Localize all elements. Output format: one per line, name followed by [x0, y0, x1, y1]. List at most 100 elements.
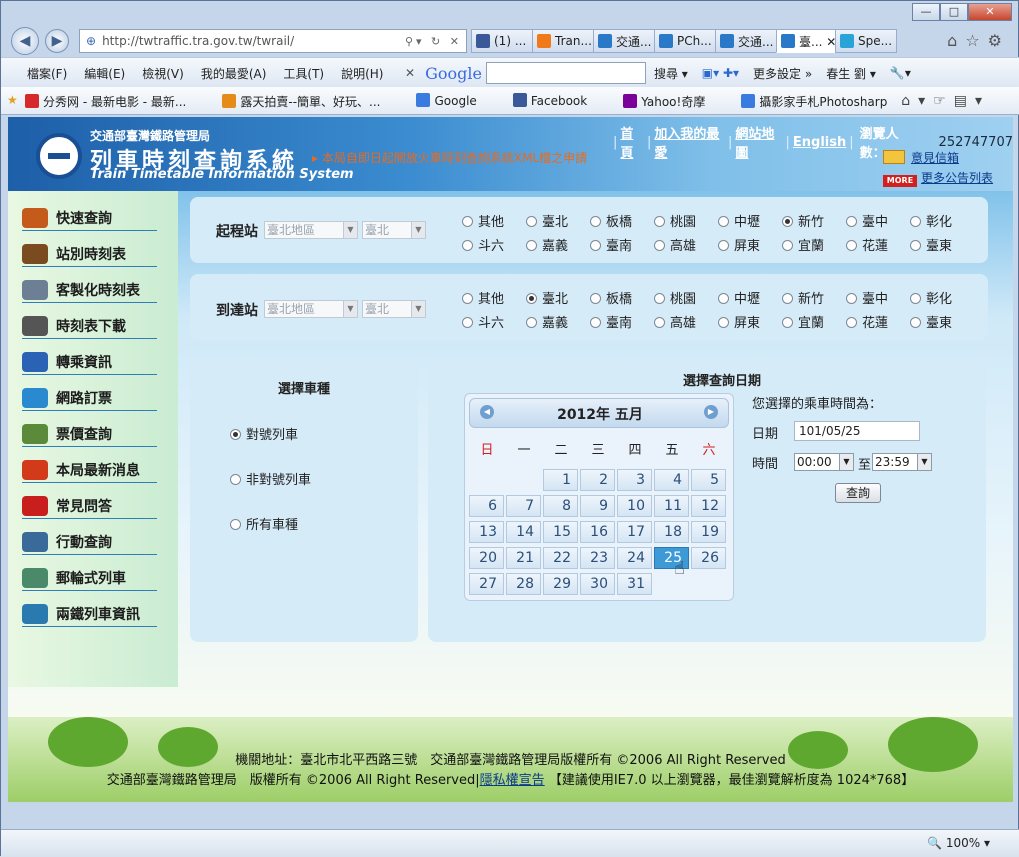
train-type-radio[interactable]: 所有車種: [230, 514, 298, 533]
menu-item[interactable]: 我的最愛(A): [201, 65, 267, 82]
calendar-day[interactable]: 27: [469, 573, 504, 595]
privacy-link[interactable]: 隱私權宣告: [480, 773, 545, 788]
favorite-link[interactable]: Facebook: [512, 93, 605, 110]
calendar-day[interactable]: 10: [617, 495, 652, 517]
sidebar-item[interactable]: 票價查詢: [22, 421, 157, 447]
mailbox-link[interactable]: 意見信箱: [911, 151, 959, 165]
calendar-day[interactable]: 26: [691, 547, 726, 569]
more-settings-button[interactable]: 更多設定 »: [753, 65, 812, 82]
more-notices-link[interactable]: 更多公告列表: [921, 171, 993, 185]
time-to-select[interactable]: 23:59 ▼: [872, 453, 932, 471]
google-search-input[interactable]: [485, 62, 646, 84]
departure-station-select[interactable]: 臺北 ▼: [362, 221, 426, 239]
browser-tab[interactable]: Tran...: [532, 29, 594, 53]
station-radio[interactable]: 斗六: [462, 235, 504, 254]
station-radio[interactable]: 臺中: [846, 288, 888, 307]
calendar-day[interactable]: 5: [691, 469, 726, 491]
calendar-day[interactable]: 18: [654, 521, 689, 543]
calendar-day[interactable]: 20: [469, 547, 504, 569]
calendar-day[interactable]: 1: [543, 469, 578, 491]
calendar-day[interactable]: 12: [691, 495, 726, 517]
station-radio[interactable]: 彰化: [910, 288, 952, 307]
menu-item[interactable]: 說明(H): [341, 65, 383, 82]
browser-tab[interactable]: PCh...: [654, 29, 716, 53]
favorite-link[interactable]: 露天拍賣--簡單、好玩、...: [222, 93, 398, 110]
calendar-day[interactable]: 2: [580, 469, 615, 491]
sidebar-item[interactable]: 轉乘資訊: [22, 349, 157, 375]
browser-tab[interactable]: 交通...: [715, 29, 777, 53]
time-from-select[interactable]: 00:00 ▼: [794, 453, 854, 471]
calendar-day[interactable]: 14: [506, 521, 541, 543]
station-radio[interactable]: 花蓮: [846, 312, 888, 331]
station-radio[interactable]: 嘉義: [526, 312, 568, 331]
close-window-button[interactable]: ✕: [968, 3, 1012, 21]
home-link[interactable]: 首頁: [620, 123, 644, 161]
favorite-link[interactable]: Google: [416, 93, 494, 110]
station-radio[interactable]: 板橋: [590, 288, 632, 307]
english-link[interactable]: English: [793, 135, 846, 150]
arrival-station-select[interactable]: 臺北 ▼: [362, 300, 426, 318]
station-radio[interactable]: 臺南: [590, 235, 632, 254]
calendar-day[interactable]: 29: [543, 573, 578, 595]
train-type-radio[interactable]: 非對號列車: [230, 469, 311, 488]
sitemap-link[interactable]: 網站地圖: [735, 123, 782, 161]
calendar-day[interactable]: 13: [469, 521, 504, 543]
sidebar-item[interactable]: 常見問答: [22, 493, 157, 519]
sidebar-item[interactable]: 快速查詢: [22, 205, 157, 231]
calendar-day[interactable]: 4: [654, 469, 689, 491]
sidebar-item[interactable]: 站別時刻表: [22, 241, 157, 267]
home-icon[interactable]: ⌂▾: [901, 93, 933, 109]
calendar-day[interactable]: 9: [580, 495, 615, 517]
station-radio[interactable]: 臺北: [526, 288, 568, 307]
calendar-day[interactable]: 7: [506, 495, 541, 517]
station-radio[interactable]: 新竹: [782, 288, 824, 307]
calendar-day[interactable]: 28: [506, 573, 541, 595]
calendar-day[interactable]: 3: [617, 469, 652, 491]
gear-icon[interactable]: ⚙: [988, 31, 1010, 50]
google-search-button[interactable]: 搜尋 ▾: [654, 65, 688, 82]
zoom-control[interactable]: 🔍 100% ▾: [927, 836, 990, 850]
calendar-day[interactable]: 21: [506, 547, 541, 569]
station-radio[interactable]: 彰化: [910, 211, 952, 230]
sidebar-item[interactable]: 客製化時刻表: [22, 277, 157, 303]
arrival-region-select[interactable]: 臺北地區 ▼: [264, 300, 358, 318]
calendar-day[interactable]: 16: [580, 521, 615, 543]
train-type-radio[interactable]: 對號列車: [230, 424, 298, 443]
browser-tab[interactable]: Spe...: [835, 29, 897, 53]
station-radio[interactable]: 屏東: [718, 312, 760, 331]
station-radio[interactable]: 宜蘭: [782, 312, 824, 331]
minimize-button[interactable]: —: [912, 3, 940, 21]
calendar-day[interactable]: 31: [617, 573, 652, 595]
favorite-link[interactable]: 分秀网 - 最新电影 - 最新...: [25, 93, 204, 110]
announcement-marquee[interactable]: ▸ 本局自即日起開放火車時刻查詢系統XML檔之申請: [312, 149, 587, 166]
station-radio[interactable]: 花蓮: [846, 235, 888, 254]
browser-tab[interactable]: (1) ...: [471, 29, 533, 53]
sidebar-item[interactable]: 本局最新消息: [22, 457, 157, 483]
sidebar-item[interactable]: 網路訂票: [22, 385, 157, 411]
calendar-day[interactable]: 17: [617, 521, 652, 543]
next-month-icon[interactable]: ▶: [704, 405, 718, 419]
sidebar-item[interactable]: 郵輪式列車: [22, 565, 157, 591]
browser-tab[interactable]: 臺... ✕: [776, 29, 836, 53]
station-radio[interactable]: 臺東: [910, 312, 952, 331]
add-favorite-link[interactable]: 加入我的最愛: [654, 123, 725, 161]
close-toolbar-icon[interactable]: ✕: [405, 66, 415, 80]
departure-region-select[interactable]: 臺北地區 ▼: [264, 221, 358, 239]
station-radio[interactable]: 臺東: [910, 235, 952, 254]
calendar-day[interactable]: 23: [580, 547, 615, 569]
station-radio[interactable]: 宜蘭: [782, 235, 824, 254]
menu-item[interactable]: 檢視(V): [142, 65, 184, 82]
date-input[interactable]: 101/05/25: [794, 421, 920, 441]
calendar-day[interactable]: 22: [543, 547, 578, 569]
station-radio[interactable]: 中壢: [718, 288, 760, 307]
sidebar-item[interactable]: 兩鐵列車資訊: [22, 601, 157, 627]
user-account-button[interactable]: 春生 劉 ▾: [826, 65, 876, 82]
home-icon[interactable]: ⌂: [947, 31, 965, 50]
menu-item[interactable]: 工具(T): [283, 65, 324, 82]
browser-tab[interactable]: 交通...: [593, 29, 655, 53]
station-radio[interactable]: 嘉義: [526, 235, 568, 254]
maximize-button[interactable]: □: [940, 3, 968, 21]
calendar-day[interactable]: 24: [617, 547, 652, 569]
station-radio[interactable]: 板橋: [590, 211, 632, 230]
menu-item[interactable]: 檔案(F): [27, 65, 67, 82]
